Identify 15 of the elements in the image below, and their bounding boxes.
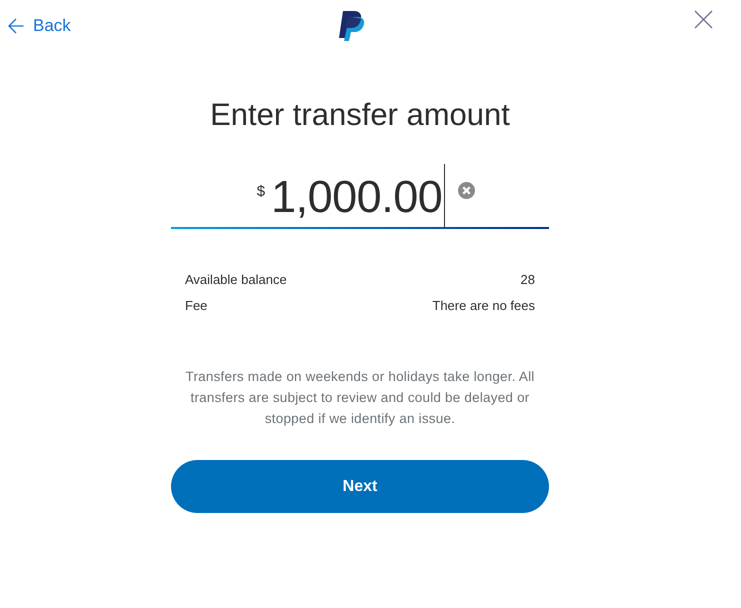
page-title: Enter transfer amount — [209, 96, 511, 134]
currency-symbol: $ — [256, 183, 266, 201]
next-button[interactable]: Next — [171, 460, 549, 513]
amount-field[interactable]: $1,000.00 — [171, 164, 549, 229]
clear-icon[interactable] — [458, 182, 476, 199]
arrow-left-icon — [8, 18, 24, 34]
amount-value: 1,000.00 — [271, 171, 442, 223]
detail-label: Available balance — [185, 272, 287, 286]
back-button[interactable]: Back — [8, 16, 71, 36]
detail-label: Fee — [185, 298, 208, 312]
logo-icon — [338, 10, 366, 42]
close-button[interactable] — [694, 10, 713, 29]
detail-value: There are no fees — [432, 298, 535, 312]
detail-value: 28 — [520, 272, 535, 286]
transfer-notice: Transfers made on weekends or holidays take longer. All transfers are subject to review and could be delayed or stopped if we identify an issue. — [184, 368, 536, 428]
